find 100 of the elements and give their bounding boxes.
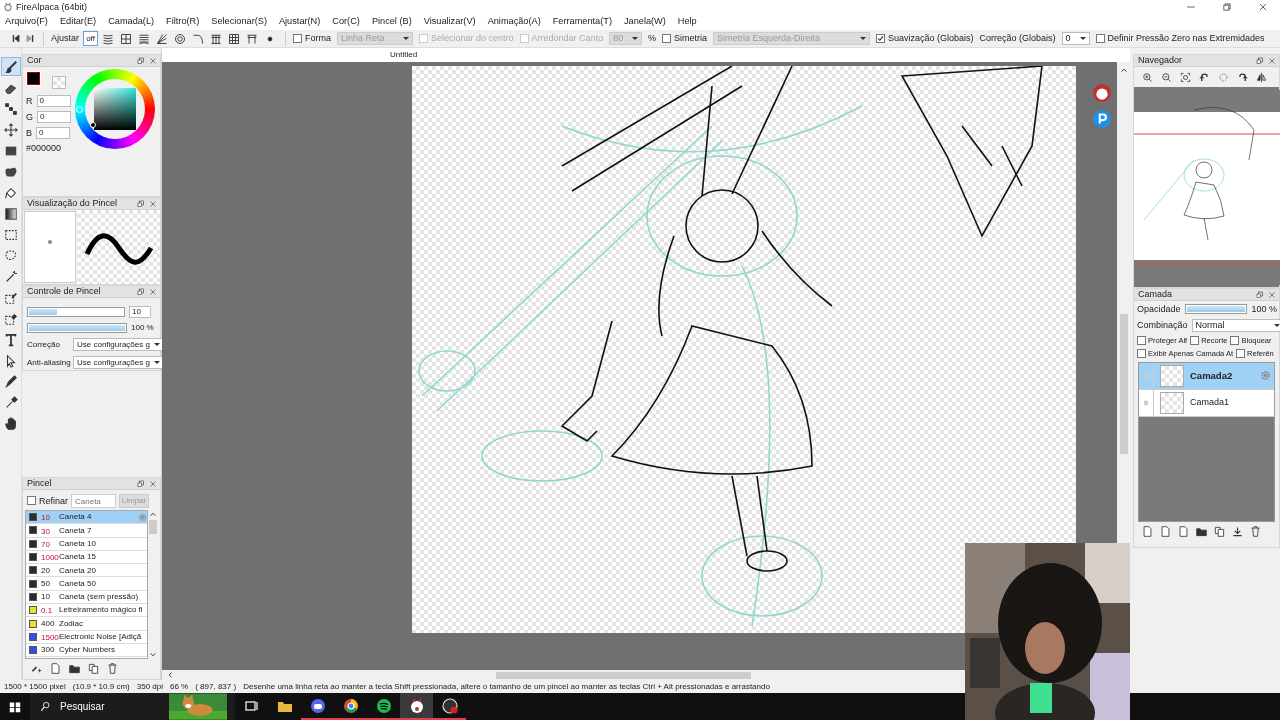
brush-size: 30: [40, 525, 51, 537]
menu-item[interactable]: Ferramenta(T): [552, 16, 618, 28]
menu-item[interactable]: Visualizar(V): [423, 16, 482, 28]
close-icon[interactable]: [149, 199, 157, 208]
new-page-icon[interactable]: [50, 663, 61, 674]
size-slider[interactable]: [27, 307, 125, 317]
rotate-left-icon[interactable]: [1199, 71, 1210, 83]
snap-off-button[interactable]: off: [83, 31, 98, 46]
duplicate-icon[interactable]: [1214, 525, 1225, 537]
foreground-color-swatch[interactable]: [27, 72, 40, 85]
rotate-right-icon[interactable]: [1237, 71, 1248, 83]
folder-icon[interactable]: [69, 663, 80, 674]
menu-item[interactable]: Arquivo(F): [5, 16, 54, 28]
scroll-left-icon[interactable]: [166, 671, 174, 679]
layer-thumbnail: [1160, 391, 1184, 414]
brush-name: Caneta (sem pressão): [59, 592, 140, 602]
refine-checkbox[interactable]: Refinar: [27, 495, 68, 507]
duplicate-icon[interactable]: [88, 663, 99, 674]
zoom-out-icon[interactable]: [1161, 71, 1172, 83]
persp2-snap-button[interactable]: [226, 31, 242, 46]
scroll-up-icon[interactable]: [1119, 66, 1128, 74]
menu-item[interactable]: Animação(A): [487, 16, 547, 28]
close-icon[interactable]: [1258, 2, 1268, 12]
brush-list-item[interactable]: 0.1 Letreiramento mágico fi: [26, 604, 147, 618]
option-checkbox[interactable]: Forma: [293, 33, 332, 44]
status-item: (10.9 * 10.9 cm): [72, 681, 130, 692]
setting-dropdown[interactable]: Use configurações g: [73, 356, 164, 369]
option-checkbox[interactable]: Simetria: [661, 33, 707, 44]
close-icon[interactable]: [149, 56, 157, 65]
new-layer-icon[interactable]: [1160, 525, 1171, 537]
undock-icon[interactable]: [137, 479, 145, 488]
brush-list-item[interactable]: 10 Caneta 4: [26, 511, 147, 525]
brush-list-item[interactable]: 300 Cyber Numbers: [26, 643, 147, 658]
cross-snap-button[interactable]: [118, 31, 134, 46]
close-icon[interactable]: [1268, 56, 1276, 65]
previous-frame-icon[interactable]: [10, 33, 21, 44]
menu-item[interactable]: Editar(E): [59, 16, 103, 28]
start-icon[interactable]: [9, 700, 21, 713]
trash-icon[interactable]: [107, 663, 118, 674]
new-layer-icon[interactable]: [1178, 525, 1189, 537]
menu-item[interactable]: Camada(L): [108, 16, 161, 28]
fit-screen-icon[interactable]: [1180, 71, 1191, 83]
close-icon[interactable]: [149, 287, 157, 296]
brush-list-item[interactable]: 10 Caneta (sem pressão): [26, 590, 147, 605]
channel-field[interactable]: 0: [36, 127, 70, 139]
canvas-tab[interactable]: Untitled: [390, 50, 418, 60]
undock-icon[interactable]: [1256, 290, 1264, 299]
undock-icon[interactable]: [137, 56, 145, 65]
next-frame-icon[interactable]: [25, 33, 36, 44]
brush-list-item[interactable]: 20 Caneta 20: [26, 564, 147, 578]
merge-down-icon[interactable]: [1232, 525, 1243, 537]
menu-item[interactable]: Selecionar(S): [211, 16, 273, 28]
scrollbar-thumb[interactable]: [149, 520, 157, 534]
menu-item[interactable]: Help: [677, 16, 703, 28]
scroll-up-icon[interactable]: [149, 510, 157, 518]
new-layer-icon[interactable]: [1142, 525, 1153, 537]
layer-name: Camada2: [1190, 370, 1234, 382]
maximize-icon[interactable]: [1222, 2, 1232, 12]
opacity-reading: 100 %: [1251, 304, 1277, 315]
layer-item[interactable]: Camada1: [1139, 389, 1274, 417]
menu-item[interactable]: Filtro(R): [166, 16, 206, 28]
undock-icon[interactable]: [137, 199, 145, 208]
scrollbar-thumb[interactable]: [496, 671, 751, 679]
option-checkbox[interactable]: Suavização (Globais): [875, 33, 974, 44]
close-icon[interactable]: [149, 479, 157, 488]
flip-icon[interactable]: [1256, 71, 1267, 83]
blend-dropdown[interactable]: Normal: [1191, 318, 1280, 332]
letter-p-icon[interactable]: [1093, 110, 1111, 128]
brush-list-item[interactable]: 400 Zodiac: [26, 617, 147, 631]
scroll-down-icon[interactable]: [149, 651, 157, 659]
menu-item[interactable]: Ajustar(N): [278, 16, 327, 28]
option-dropdown[interactable]: 0: [1061, 32, 1090, 45]
close-icon[interactable]: [1268, 290, 1276, 299]
scrollbar-thumb[interactable]: [1119, 314, 1128, 454]
menu-item[interactable]: Pincel (B): [371, 16, 418, 28]
menu-item[interactable]: Janela(W): [623, 16, 672, 28]
option-checkbox[interactable]: Definir Pressão Zero nas Extremidades: [1095, 33, 1265, 44]
search-field[interactable]: Pesquisar: [58, 700, 138, 713]
zoom-in-icon[interactable]: [1142, 71, 1153, 83]
background-color-swatch[interactable]: [52, 76, 66, 89]
trash-icon[interactable]: [1250, 525, 1261, 537]
brush-list-item[interactable]: 30 Caneta 7: [26, 524, 147, 538]
channel-field[interactable]: 0: [36, 95, 71, 107]
brush-tool-button[interactable]: [0, 57, 21, 76]
menu-item[interactable]: Cor(C): [332, 16, 366, 28]
size-field[interactable]: 10: [129, 306, 151, 318]
brush-list-item[interactable]: 50 Caneta 50: [26, 577, 147, 591]
navigator-thumbnail[interactable]: [1134, 89, 1280, 285]
undock-icon[interactable]: [137, 287, 145, 296]
brush-list-item[interactable]: 1500Electronic Noise [Adiçã: [26, 630, 147, 644]
alpaca-taskbar-button[interactable]: [400, 693, 433, 720]
channel-field[interactable]: 0: [37, 111, 71, 123]
undock-icon[interactable]: [1256, 56, 1264, 65]
concentric-snap-button[interactable]: [172, 31, 188, 46]
filter-field[interactable]: Caneta: [71, 494, 116, 508]
folder-icon[interactable]: [1196, 525, 1207, 537]
radial-snap-button[interactable]: [154, 31, 170, 46]
brush-list-item[interactable]: 70 Caneta 10: [26, 537, 147, 551]
brush-list-item[interactable]: 1000Caneta 15: [26, 550, 147, 565]
setting-dropdown[interactable]: Use configurações g: [73, 338, 164, 351]
